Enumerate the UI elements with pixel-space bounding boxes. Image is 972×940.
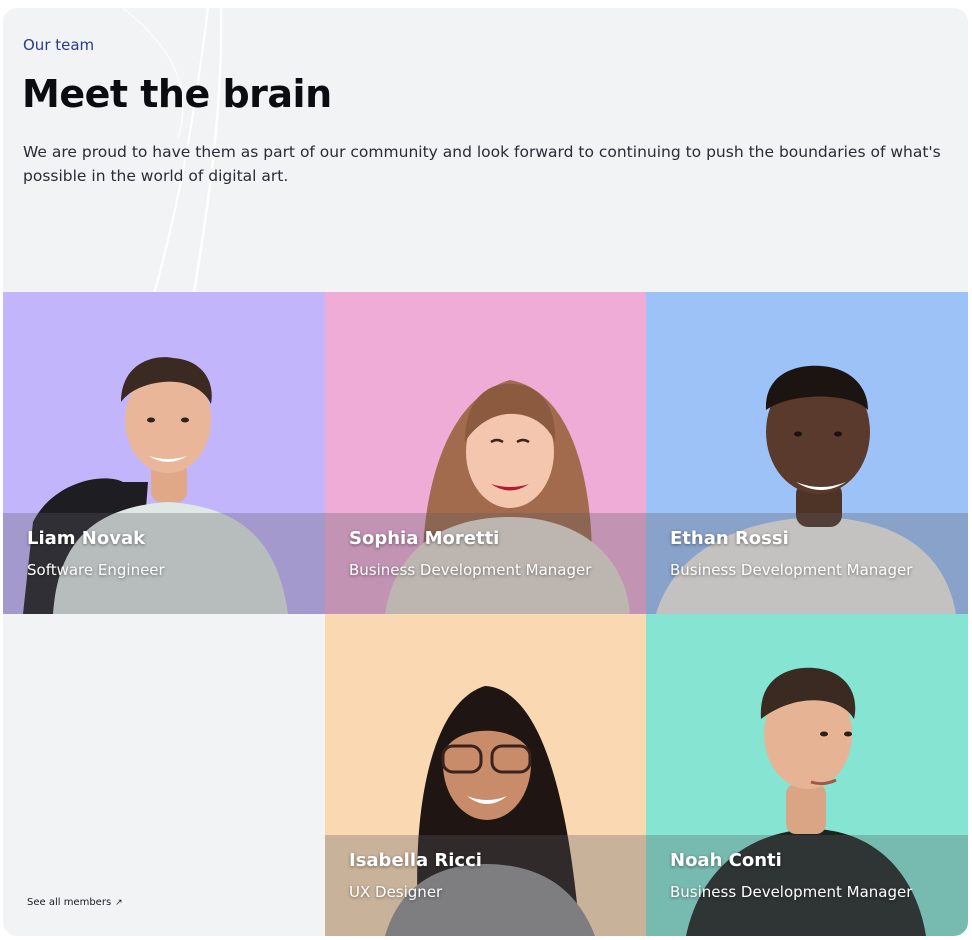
member-role: Business Development Manager (670, 561, 913, 579)
member-name: Isabella Ricci (349, 850, 482, 871)
member-role: Business Development Manager (670, 883, 913, 901)
member-role: Software Engineer (27, 561, 165, 579)
team-section: Our team Meet the brain We are proud to … (3, 8, 968, 936)
member-card-sophia-moretti[interactable]: Sophia Moretti Business Development Mana… (325, 292, 647, 614)
member-card-ethan-rossi[interactable]: Ethan Rossi Business Development Manager (646, 292, 968, 614)
member-card-isabella-ricci[interactable]: Isabella Ricci UX Designer (325, 614, 647, 936)
section-description: We are proud to have them as part of our… (23, 143, 941, 185)
see-all-label: See all members (27, 897, 112, 908)
team-grid: Liam Novak Software Engineer Sophia More… (3, 292, 968, 936)
see-all-members-link[interactable]: See all members ↗ (27, 897, 123, 908)
member-name: Sophia Moretti (349, 528, 500, 549)
member-name: Ethan Rossi (670, 528, 789, 549)
member-role: Business Development Manager (349, 561, 592, 579)
member-name: Liam Novak (27, 528, 146, 549)
section-eyebrow: Our team (23, 36, 95, 54)
member-role: UX Designer (349, 883, 443, 901)
arrow-up-right-icon: ↗ (115, 898, 123, 908)
member-name: Noah Conti (670, 850, 782, 871)
member-card-liam-novak[interactable]: Liam Novak Software Engineer (3, 292, 325, 614)
member-card-noah-conti[interactable]: Noah Conti Business Development Manager (646, 614, 968, 936)
section-title: Meet the brain (22, 72, 332, 116)
